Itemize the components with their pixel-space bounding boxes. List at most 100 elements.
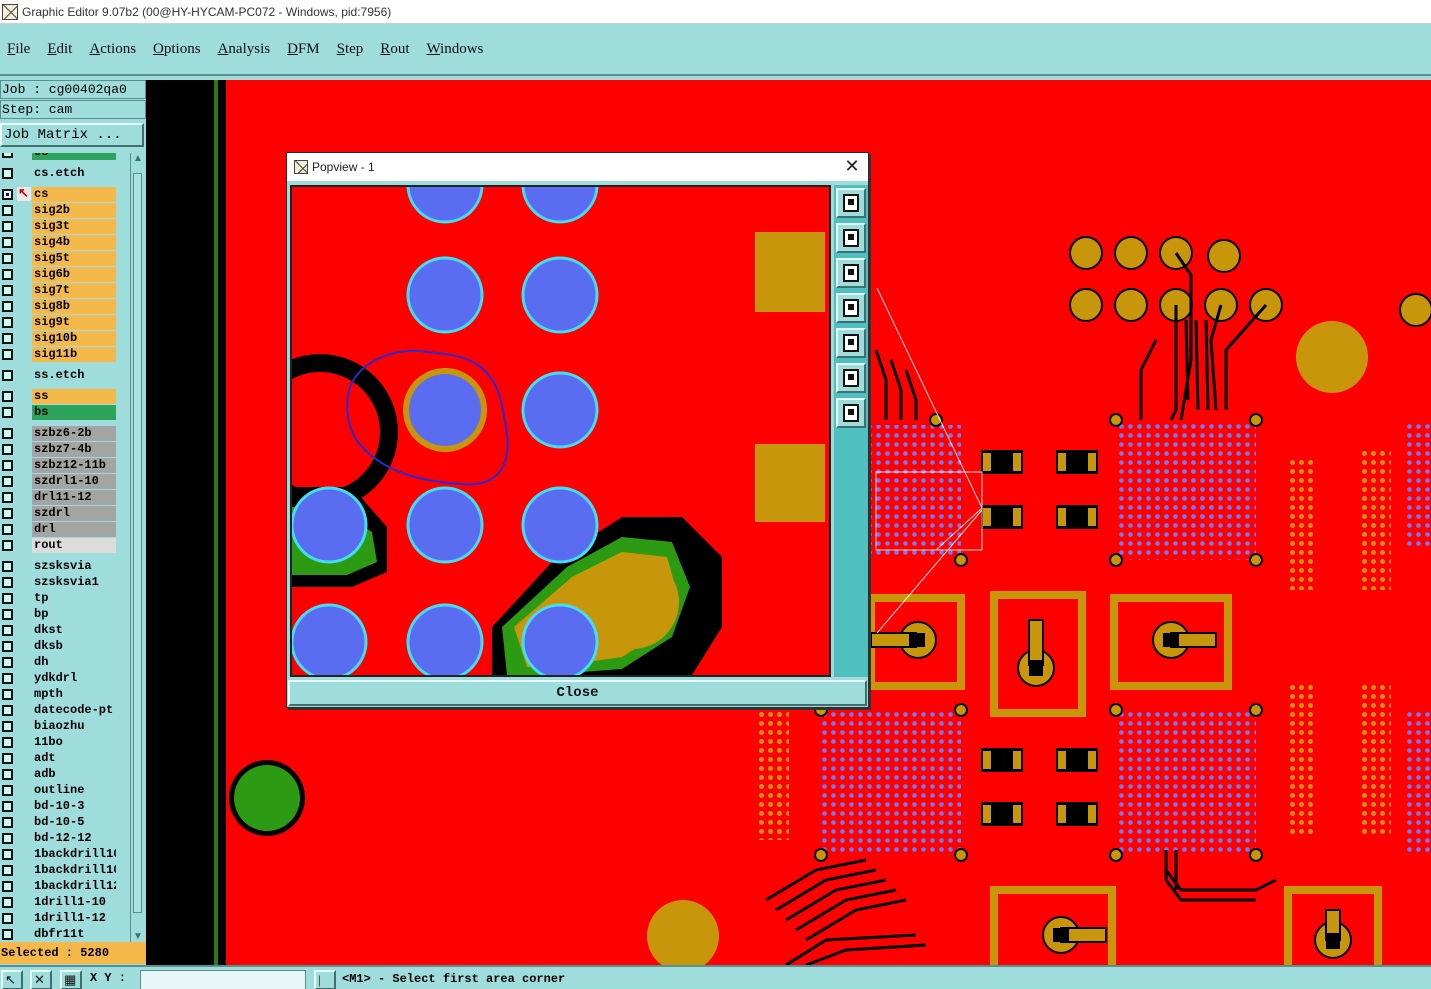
layer-row[interactable]: ss.etch: [0, 368, 116, 383]
layer-name[interactable]: dksb: [32, 639, 116, 654]
popview-close-button[interactable]: Close: [288, 680, 867, 706]
scroll-thumb[interactable]: [133, 173, 142, 913]
layer-row[interactable]: 1drill1-10: [0, 895, 116, 910]
layer-row[interactable]: 1backdrill12: [0, 879, 116, 894]
layer-row[interactable]: sig6b: [0, 267, 116, 282]
layer-checkbox[interactable]: [2, 801, 13, 812]
layer-name[interactable]: dh: [32, 655, 116, 670]
pan-down-icon[interactable]: [836, 258, 866, 288]
layer-checkbox[interactable]: [2, 929, 13, 940]
layer-row[interactable]: szdrl: [0, 506, 116, 521]
layer-name[interactable]: rout: [32, 538, 116, 553]
layer-checkbox[interactable]: [2, 705, 13, 716]
select-mode-icon[interactable]: ↖: [1, 970, 23, 989]
layer-checkbox[interactable]: [2, 237, 13, 248]
layer-row[interactable]: outline: [0, 783, 116, 798]
menu-step[interactable]: Step: [337, 41, 364, 58]
menu-actions[interactable]: Actions: [89, 41, 136, 58]
cross-mode-icon[interactable]: ✕: [30, 970, 52, 989]
close-icon[interactable]: ✕: [842, 157, 862, 177]
layer-name[interactable]: bp: [32, 607, 116, 622]
layer-checkbox[interactable]: [2, 317, 13, 328]
layer-checkbox[interactable]: [2, 428, 13, 439]
layer-row[interactable]: sig5t: [0, 251, 116, 266]
layer-name[interactable]: szdrl1-10: [32, 474, 116, 489]
menu-dfm[interactable]: DFM: [287, 41, 320, 58]
layer-checkbox[interactable]: [2, 444, 13, 455]
layer-name[interactable]: cs: [32, 187, 116, 202]
layer-row[interactable]: tp: [0, 591, 116, 606]
layer-name[interactable]: drl11-12: [32, 490, 116, 505]
layer-name[interactable]: tp: [32, 591, 116, 606]
layer-checkbox[interactable]: [2, 333, 13, 344]
layer-row[interactable]: datecode-pt: [0, 703, 116, 718]
layer-row[interactable]: sig2b: [0, 203, 116, 218]
layer-name[interactable]: sig4b: [32, 235, 116, 250]
layer-name[interactable]: cs: [32, 153, 116, 160]
layer-checkbox[interactable]: [2, 577, 13, 588]
pan-left-icon[interactable]: [836, 293, 866, 323]
layer-row[interactable]: drl11-12: [0, 490, 116, 505]
zoom-home-icon[interactable]: [836, 398, 866, 428]
layer-checkbox[interactable]: [2, 721, 13, 732]
layer-checkbox[interactable]: [2, 189, 13, 200]
layer-name[interactable]: sig6b: [32, 267, 116, 282]
layer-name[interactable]: szsksvia1: [32, 575, 116, 590]
layer-name[interactable]: 1drill1-10: [32, 895, 116, 910]
layer-name[interactable]: mpth: [32, 687, 116, 702]
layer-checkbox[interactable]: [2, 301, 13, 312]
layer-checkbox[interactable]: [2, 168, 13, 179]
layer-row[interactable]: sig7t: [0, 283, 116, 298]
layer-name[interactable]: ss.etch: [32, 368, 116, 383]
layer-row[interactable]: szsksvia1: [0, 575, 116, 590]
layer-checkbox[interactable]: [2, 540, 13, 551]
layer-row[interactable]: cs: [0, 185, 116, 202]
layer-row[interactable]: cs.etch: [0, 166, 116, 181]
layer-name[interactable]: 11bo: [32, 735, 116, 750]
layer-row[interactable]: bd-12-12: [0, 831, 116, 846]
menu-rout[interactable]: Rout: [380, 41, 409, 58]
layer-checkbox[interactable]: [2, 221, 13, 232]
layer-row[interactable]: dbfr11t: [0, 927, 116, 942]
layer-name[interactable]: adt: [32, 751, 116, 766]
menu-analysis[interactable]: Analysis: [218, 41, 271, 58]
layer-checkbox[interactable]: [2, 913, 13, 924]
layer-checkbox[interactable]: [2, 817, 13, 828]
layer-name[interactable]: bs: [32, 405, 116, 420]
popview-graphics[interactable]: [292, 187, 829, 675]
layer-row[interactable]: 11bo: [0, 735, 116, 750]
layer-name[interactable]: ydkdrl: [32, 671, 116, 686]
layer-row[interactable]: szdrl1-10: [0, 474, 116, 489]
layer-checkbox[interactable]: [2, 285, 13, 296]
layer-name[interactable]: szdrl: [32, 506, 116, 521]
scroll-up-icon[interactable]: ▲: [131, 153, 145, 165]
layer-checkbox[interactable]: [2, 737, 13, 748]
layer-checkbox[interactable]: [2, 391, 13, 402]
layer-row[interactable]: cs: [0, 153, 116, 160]
pin-icon[interactable]: |: [314, 970, 336, 989]
layer-name[interactable]: szbz6-2b: [32, 426, 116, 441]
layer-checkbox[interactable]: [2, 492, 13, 503]
layer-checkbox[interactable]: [2, 897, 13, 908]
layer-checkbox[interactable]: [2, 370, 13, 381]
layer-row[interactable]: adt: [0, 751, 116, 766]
layer-name[interactable]: dkst: [32, 623, 116, 638]
layer-row[interactable]: sig3t: [0, 219, 116, 234]
layer-name[interactable]: sig8b: [32, 299, 116, 314]
layer-row[interactable]: 1backdrill10: [0, 863, 116, 878]
layer-checkbox[interactable]: [2, 657, 13, 668]
layer-name[interactable]: 1backdrill10: [32, 847, 116, 862]
layer-checkbox[interactable]: [2, 609, 13, 620]
layer-name[interactable]: sig10b: [32, 331, 116, 346]
layer-name[interactable]: drl: [32, 522, 116, 537]
layer-row[interactable]: szbz7-4b: [0, 442, 116, 457]
layer-name[interactable]: szbz12-11b: [32, 458, 116, 473]
layer-row[interactable]: ydkdrl: [0, 671, 116, 686]
layer-checkbox[interactable]: [2, 524, 13, 535]
layer-row[interactable]: dh: [0, 655, 116, 670]
layer-checkbox[interactable]: [2, 561, 13, 572]
layer-name[interactable]: sig5t: [32, 251, 116, 266]
layer-row[interactable]: dkst: [0, 623, 116, 638]
layer-checkbox[interactable]: [2, 849, 13, 860]
layer-checkbox[interactable]: [2, 508, 13, 519]
